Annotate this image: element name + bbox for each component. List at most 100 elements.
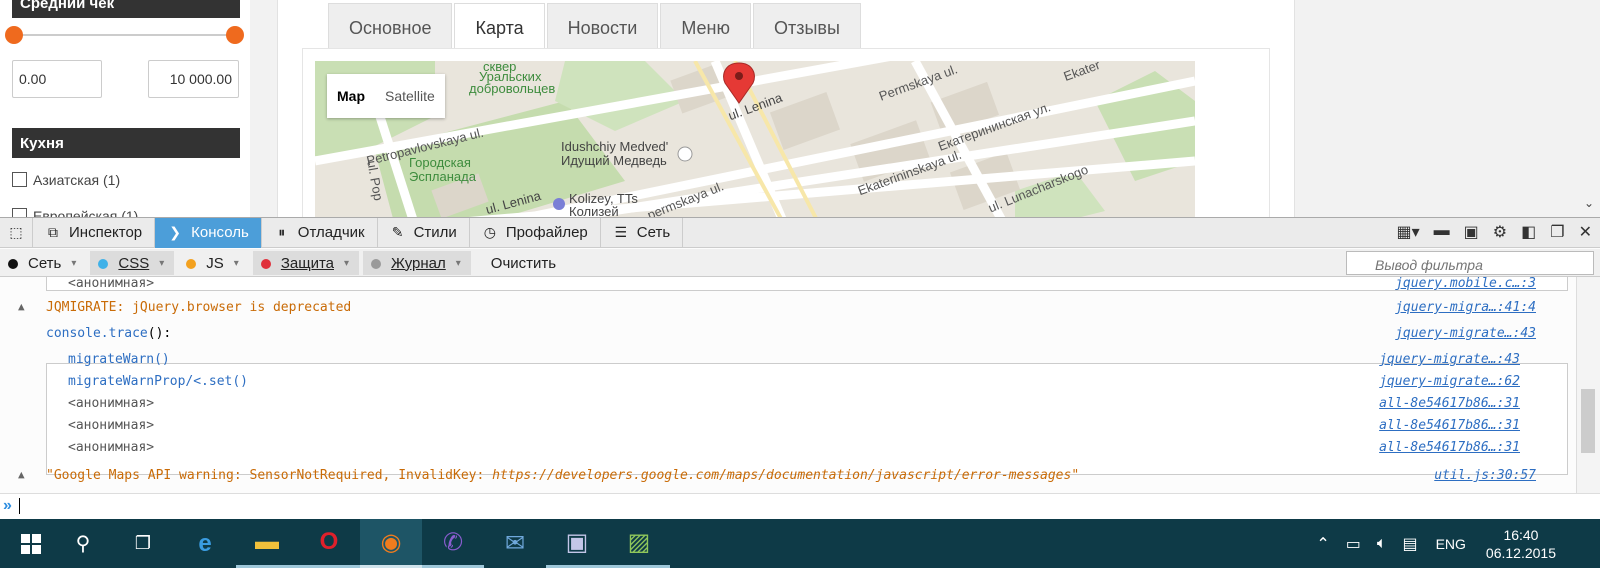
clock-date: 06.12.2015 [1485,544,1556,561]
source-link[interactable]: jquery-migrate…:43 [1395,326,1536,341]
error-docs-link[interactable]: https://developers.google.com/maps/docum… [492,468,1071,483]
tab-profiler[interactable]: ◷ Профайлер [470,218,601,248]
image-editor-icon[interactable]: ▨ [608,519,670,568]
show-desktop-button[interactable] [1570,519,1600,568]
devtools-options: ▦▾ ▬ ▣ ⚙ ◧ ❐ ✕ [1397,222,1593,242]
chevron-down-icon[interactable]: ▾ [456,258,461,269]
tab-console[interactable]: ❯ Консоль [155,218,262,248]
checkbox[interactable] [12,172,27,187]
price-min-input[interactable]: 0.00 [12,60,102,98]
filter-logging[interactable]: Журнал ▾ [363,250,471,275]
devtools-panel: ⬚ ⧉ Инспектор ❯ Консоль ⏸ Отладчик ✎ Стили ◷… [0,217,1600,519]
cuisine-option-european[interactable]: Европейская (1) [12,208,138,217]
filter-security[interactable]: Защита ▾ [252,250,360,275]
warning-message: JQMIGRATE: jQuery.browser is deprecated [46,300,352,315]
scratchpad-icon[interactable]: ▣ [1464,222,1479,242]
source-link[interactable]: util.js:30:57 [1434,468,1536,483]
search-icon[interactable]: ⚲ [52,519,114,568]
clock[interactable]: 16:40 06.12.2015 [1486,526,1556,562]
console-trace-frame: <анонимная> all-8e54617b86…:31 [0,415,1574,437]
console-filter-input[interactable] [1346,251,1594,275]
warning-icon: ▲ [18,468,25,481]
tab-style-editor[interactable]: ✎ Стили [378,218,470,248]
tab-news[interactable]: Новости [546,3,659,49]
tab-main[interactable]: Основное [328,3,453,49]
cuisine-option-asian[interactable]: Азиатская (1) [12,172,120,188]
console-warning: ▲ "Google Maps API warning: SensorNotReq… [0,465,1574,487]
chevron-down-icon[interactable]: ▾ [344,258,349,269]
tab-label: Инспектор [69,224,143,241]
source-link[interactable]: jquery-migrate…:62 [1379,374,1520,389]
tab-debugger[interactable]: ⏸ Отладчик [262,218,378,248]
scrollbar-thumb[interactable] [1581,389,1595,453]
source-link[interactable]: jquery-migrate…:43 [1379,352,1520,367]
avg-check-header: Средний чек [12,0,240,18]
console-trace-frame: <анонимная> jquery.mobile.c…:3 [0,277,1574,295]
content-tabs: Основное Карта Новости Меню Отзывы [328,3,863,49]
tab-map[interactable]: Карта [454,3,545,49]
split-console-icon[interactable]: ▬ [1434,222,1450,242]
chevron-down-icon[interactable]: ▾ [159,258,164,269]
filter-label: Защита [280,254,334,272]
close-icon[interactable]: ✕ [1579,222,1592,242]
file-explorer-icon[interactable]: ▬ [236,519,298,568]
clear-console-button[interactable]: Очистить [475,251,566,275]
map-type-map-button[interactable]: Map [327,74,375,118]
price-max-input[interactable]: 10 000.00 [148,60,239,98]
source-link[interactable]: all-8e54617b86…:31 [1379,440,1520,455]
devtools-toolbar: ⬚ ⧉ Инспектор ❯ Консоль ⏸ Отладчик ✎ Стили ◷… [0,218,1600,248]
language-indicator[interactable]: ENG [1436,536,1466,552]
filter-color-dot [371,258,382,269]
firefox-icon[interactable]: ◉ [360,519,422,568]
inspector-icon: ⧉ [48,224,58,240]
console-input[interactable]: » [0,493,1600,519]
page-scroll-down-icon[interactable]: ⌄ [1584,196,1594,210]
tab-inspector[interactable]: ⧉ Инспектор [33,218,156,248]
filter-css[interactable]: CSS ▾ [90,250,175,275]
network-icon: ☰ [614,224,628,240]
source-link[interactable]: jquery.mobile.c…:3 [1395,277,1536,291]
viber-icon[interactable]: ✆ [422,519,484,568]
frame-name: <анонимная> [68,277,155,291]
profiler-icon: ◷ [483,224,496,240]
price-slider-min-handle[interactable] [5,26,23,44]
source-link[interactable]: all-8e54617b86…:31 [1379,418,1520,433]
price-slider-max-handle[interactable] [226,26,244,44]
restaurant-content: Основное Карта Новости Меню Отзывы Map S… [277,0,1295,217]
frame-name: migrateWarnProp/<.set() [68,374,249,389]
notifications-icon[interactable]: ▤ [1402,534,1417,554]
network-icon[interactable]: ▭ [1346,534,1361,554]
edge-icon[interactable]: e [174,519,236,568]
console-warning: ▲ JQMIGRATE: jQuery.browser is deprecate… [0,297,1574,319]
map-type-satellite-button[interactable]: Satellite [375,74,445,118]
checkbox[interactable] [12,208,27,217]
tab-reviews[interactable]: Отзывы [753,3,861,49]
source-link[interactable]: all-8e54617b86…:31 [1379,396,1520,411]
map-label: добровольцев [469,81,556,96]
chevron-up-icon[interactable]: ⌃ [1316,534,1329,554]
console-scrollbar[interactable] [1576,277,1600,493]
filter-js[interactable]: JS ▾ [178,251,249,275]
element-picker-button[interactable]: ⬚ [0,218,33,248]
gear-icon[interactable]: ⚙ [1493,222,1507,242]
filter-sidebar: Средний чек 0.00 10 000.00 Кухня Азиатск… [0,0,250,217]
layout-menu-icon[interactable]: ▦▾ [1397,222,1420,242]
frame-name: <анонимная> [68,418,155,433]
chevron-down-icon[interactable]: ▾ [71,258,76,269]
volume-icon[interactable]: 🔈︎ [1377,535,1387,553]
task-view-icon[interactable]: ❐ [112,519,174,568]
map-label: Идущий Медведь [561,153,667,168]
save-disk-icon[interactable]: ▣ [546,519,608,568]
clock-time: 16:40 [1503,526,1539,543]
tab-menu[interactable]: Меню [660,3,751,49]
dock-side-icon[interactable]: ◧ [1521,222,1536,242]
opera-icon[interactable]: O [298,519,360,568]
google-map[interactable]: Map Satellite сквер Уральских добровольц… [315,61,1195,217]
undock-icon[interactable]: ❐ [1550,222,1564,242]
thunderbird-icon[interactable]: ✉ [484,519,546,568]
tab-network[interactable]: ☰ Сеть [601,218,684,248]
source-link[interactable]: jquery-migra…:41:4 [1395,300,1536,315]
filter-network[interactable]: Сеть ▾ [0,251,86,275]
chevron-down-icon[interactable]: ▾ [234,258,239,269]
price-slider-track[interactable] [14,34,236,36]
